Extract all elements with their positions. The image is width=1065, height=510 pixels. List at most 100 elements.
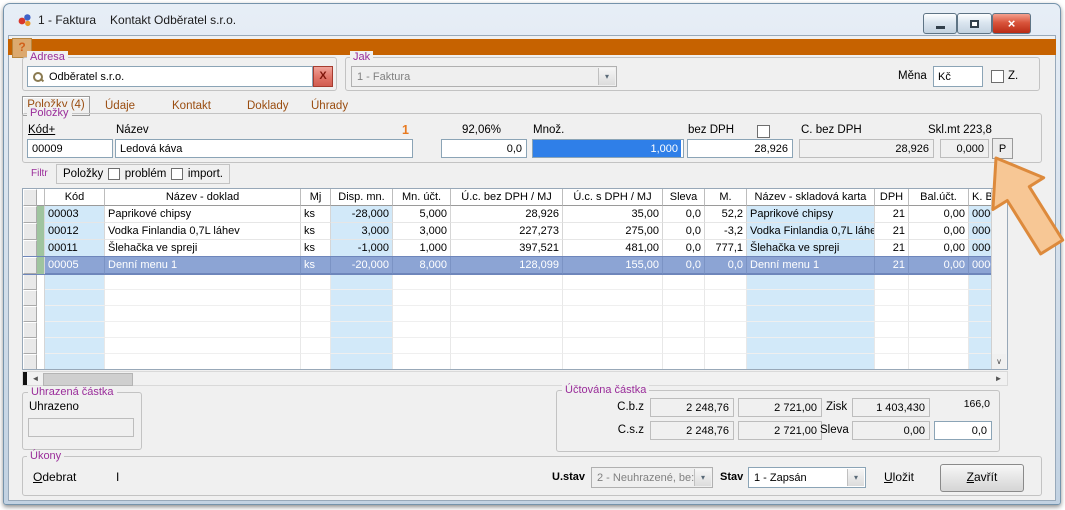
table-cell [969, 322, 992, 338]
table-cell: Denní menu 1 [105, 257, 301, 274]
tab-doklady[interactable]: Doklady [247, 100, 289, 112]
table-row[interactable]: 00012Vodka Finlandia 0,7L láhevks3,0003,… [23, 223, 992, 240]
tab-kontakt[interactable]: Kontakt [172, 100, 211, 112]
z-checkbox[interactable] [991, 70, 1004, 83]
column-header[interactable]: Sleva [663, 189, 705, 206]
column-header[interactable]: DPH [875, 189, 909, 206]
close-button[interactable]: × [992, 13, 1031, 34]
sleva-label: Sleva [820, 424, 849, 436]
adresa-input[interactable]: Odběratel s.r.o. [27, 66, 313, 87]
nazev-input[interactable]: Ledová káva [115, 139, 413, 158]
clear-address-button[interactable]: X [313, 66, 333, 87]
sleva-input[interactable]: 0,0 [934, 421, 992, 440]
scrollbar-thumb[interactable] [43, 373, 133, 386]
column-header[interactable]: Kód [45, 189, 105, 206]
table-cell: 3,000 [331, 223, 393, 240]
table-cell [563, 290, 663, 306]
mena-label: Měna [898, 70, 927, 82]
import-label: import. [188, 168, 223, 180]
app-icon [17, 12, 33, 28]
horizontal-scrollbar[interactable]: ◄ ► [22, 371, 1008, 386]
table-cell: 481,00 [563, 240, 663, 257]
table-cell [705, 306, 747, 322]
table-cell [45, 306, 105, 322]
column-header[interactable]: Disp. mn. [331, 189, 393, 206]
mnoz-input[interactable]: 1,000 [532, 139, 684, 158]
nazev-label: Název [116, 124, 149, 136]
jak-group-label: Jak [350, 51, 373, 63]
column-header[interactable]: Ú.c. s DPH / MJ [563, 189, 663, 206]
cbz-label: C.b.z [600, 401, 644, 413]
row-selector-header [23, 189, 37, 206]
table-cell [705, 354, 747, 369]
table-cell [969, 274, 992, 290]
row-indicator [37, 240, 45, 257]
table-row[interactable]: 00003Paprikové chipsyks-28,0005,00028,92… [23, 206, 992, 223]
row-selector[interactable] [23, 206, 37, 223]
table-cell [45, 290, 105, 306]
zavrit-button[interactable]: Zavřít [940, 464, 1024, 492]
table-row[interactable]: 00011Šlehačka ve sprejiks-1,0001,000397,… [23, 240, 992, 257]
table-cell [105, 290, 301, 306]
zisk-value: 1 403,430 [852, 398, 930, 417]
table-cell [331, 306, 393, 322]
table-cell [563, 306, 663, 322]
scroll-left-icon[interactable]: ◄ [28, 372, 43, 385]
table-cell [875, 322, 909, 338]
minimize-button[interactable] [923, 13, 957, 34]
close-icon: × [1008, 16, 1016, 31]
table-cell [705, 338, 747, 354]
mnoz-label: Množ. [533, 124, 564, 136]
table-cell: 00003 [45, 206, 105, 223]
percent-input[interactable]: 0,0 [441, 139, 527, 158]
column-header[interactable]: Název - doklad [105, 189, 301, 206]
table-cell: 5,000 [393, 206, 451, 223]
document-type-combo[interactable]: 1 - Faktura ▾ [351, 66, 617, 87]
column-header[interactable]: Mn. účt. [393, 189, 451, 206]
import-checkbox[interactable] [171, 168, 183, 180]
title-bar[interactable]: 1 - FakturaKontakt Odběratel s.r.o. × [4, 4, 1060, 35]
table-cell: 21 [875, 257, 909, 274]
table-cell: 0,0 [663, 223, 705, 240]
row-indicator [37, 274, 45, 290]
text-caret: I [116, 470, 119, 484]
empty-row [23, 306, 992, 322]
table-cell: Denní menu 1 [747, 257, 875, 274]
row-selector[interactable] [23, 240, 37, 257]
chevron-down-icon: ▾ [847, 469, 864, 486]
stav-combo[interactable]: 1 - Zapsán ▾ [748, 467, 866, 488]
empty-row [23, 290, 992, 306]
column-header[interactable]: Mj [301, 189, 331, 206]
column-header[interactable]: Ú.c. bez DPH / MJ [451, 189, 563, 206]
row-selector [23, 290, 37, 306]
table-cell [45, 274, 105, 290]
ulozit-button[interactable]: Uložit [884, 470, 914, 484]
ustav-value: 2 - Neuhrazené, be: [597, 472, 694, 484]
kod-input[interactable]: 00009 [27, 139, 113, 158]
scroll-right-icon[interactable]: ► [991, 372, 1006, 385]
csz-value-2: 2 721,00 [738, 421, 822, 440]
row-selector[interactable] [23, 257, 37, 274]
tab-udaje[interactable]: Údaje [105, 100, 135, 112]
row-selector[interactable] [23, 223, 37, 240]
tab-uhrady[interactable]: Úhrady [311, 100, 348, 112]
column-header[interactable]: Název - skladová karta [747, 189, 875, 206]
table-cell: 21 [875, 240, 909, 257]
odebrat-button[interactable]: Odebrat [33, 470, 76, 484]
bezdph-checkbox[interactable] [757, 125, 770, 138]
maximize-button[interactable] [957, 13, 992, 34]
search-icon [32, 71, 44, 83]
ustav-combo[interactable]: 2 - Neuhrazené, be: ▾ [591, 467, 713, 488]
row-selector [23, 306, 37, 322]
column-header[interactable]: M. [705, 189, 747, 206]
bezdph-input[interactable]: 28,926 [687, 139, 793, 158]
problem-checkbox[interactable] [108, 168, 120, 180]
table-cell [969, 306, 992, 322]
currency-input[interactable]: Kč [933, 66, 983, 87]
column-header[interactable]: Bal.účt. [909, 189, 969, 206]
splitter-handle[interactable] [23, 372, 27, 385]
table-row[interactable]: 00005Denní menu 1ks-20,0008,000128,09915… [23, 257, 992, 274]
scroll-down-icon[interactable]: ∨ [992, 354, 1006, 369]
table-cell [393, 306, 451, 322]
row-indicator [37, 306, 45, 322]
